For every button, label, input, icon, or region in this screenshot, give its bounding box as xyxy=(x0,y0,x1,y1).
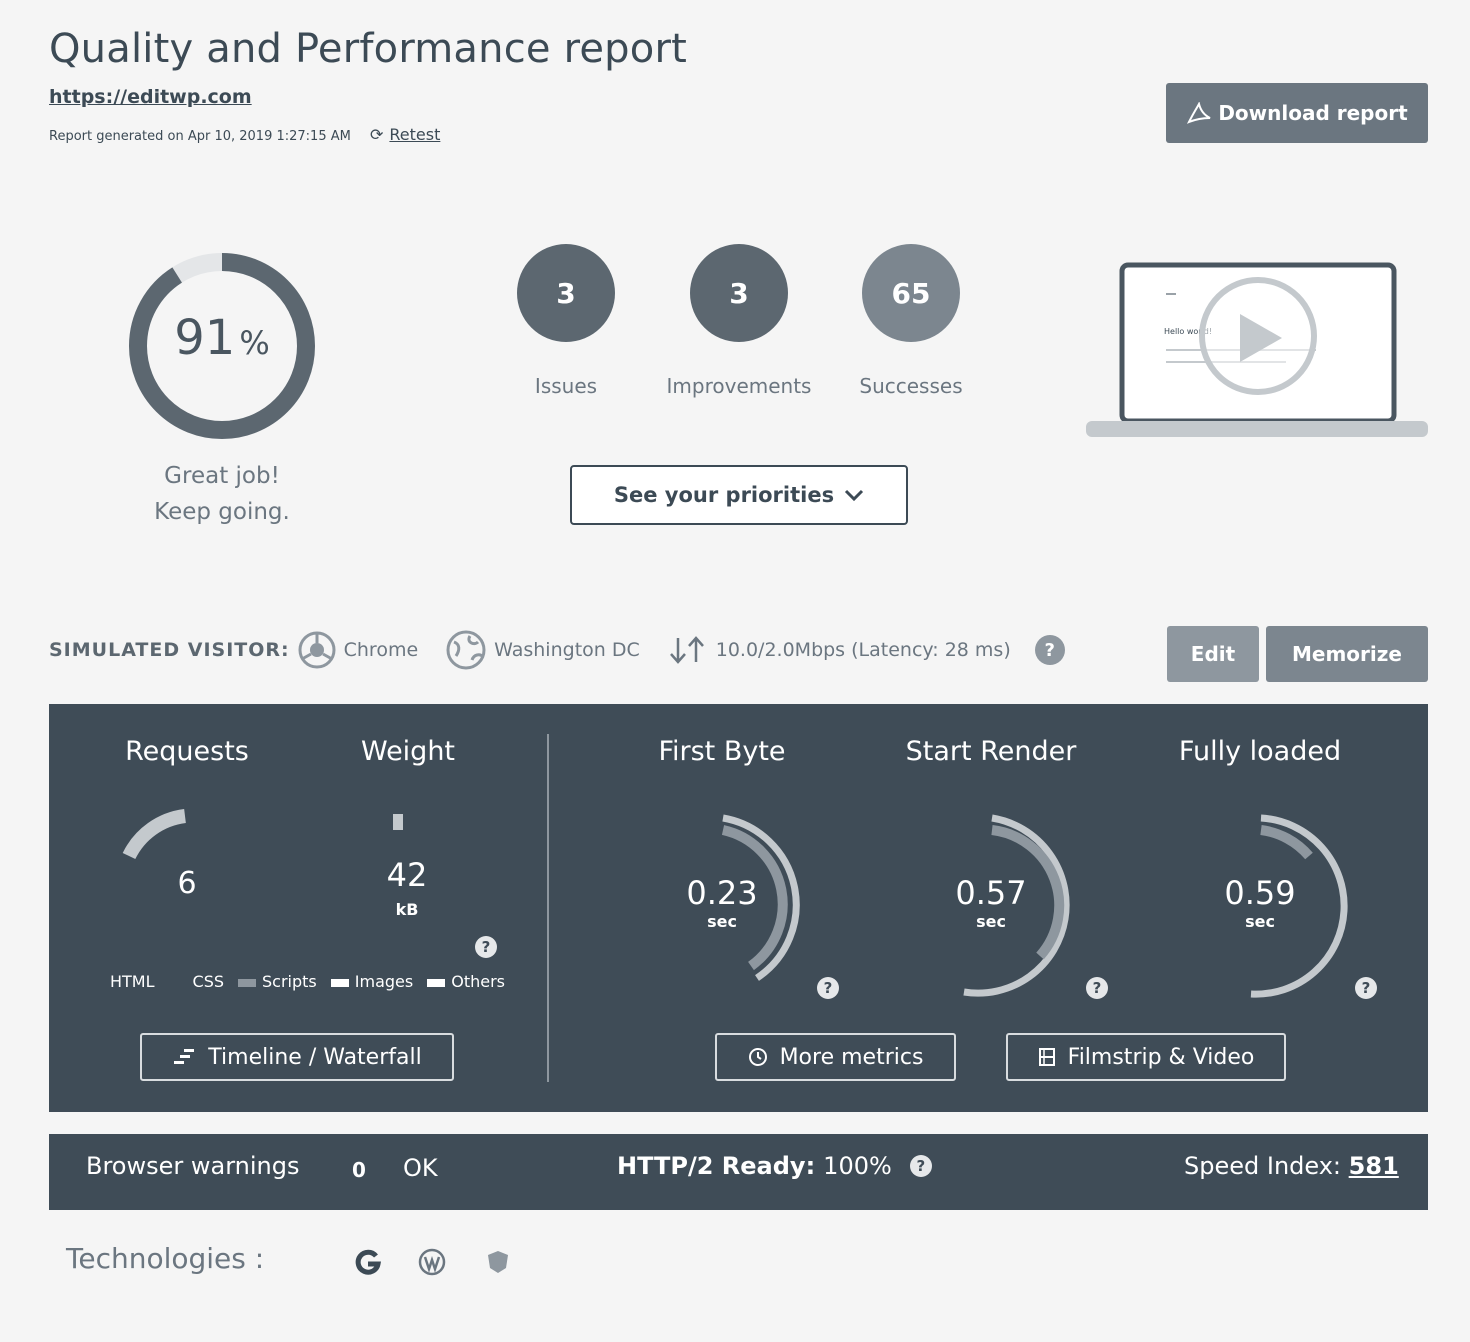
score-message: Great job! Keep going. xyxy=(110,458,334,530)
legend-html: HTML xyxy=(110,972,155,991)
weight-title: Weight xyxy=(360,736,456,767)
requests-arc xyxy=(122,809,187,860)
google-icon[interactable] xyxy=(354,1248,382,1276)
speed-index: Speed Index: 581 xyxy=(1184,1152,1399,1180)
score-percent-sign: % xyxy=(239,324,270,362)
retest-link[interactable]: ⟳ Retest xyxy=(370,125,440,144)
legend-images-swatch xyxy=(330,978,349,987)
start-render-value: 0.57 xyxy=(955,874,1027,912)
browser-name: Chrome xyxy=(343,639,419,661)
first-byte-value: 0.23 xyxy=(686,874,758,912)
fully-loaded-help-icon[interactable]: ? xyxy=(1355,977,1377,999)
speed-index-value[interactable]: 581 xyxy=(1349,1152,1399,1180)
http2-value: 100% xyxy=(823,1152,892,1180)
first-byte-help-icon[interactable]: ? xyxy=(817,977,839,999)
score-message-line1: Great job! xyxy=(164,463,280,489)
start-render-unit: sec xyxy=(976,912,1006,931)
report-generated-text: Report generated on Apr 10, 2019 1:27:15… xyxy=(49,129,351,144)
issues-counter[interactable]: 3 xyxy=(517,244,615,342)
requests-value: 6 xyxy=(177,866,197,901)
clock-icon xyxy=(748,1048,767,1066)
technologies-label: Technologies : xyxy=(66,1242,265,1275)
legend-css-label: CSS xyxy=(192,972,225,991)
weight-value: 42 xyxy=(386,856,428,894)
location-name: Washington DC xyxy=(494,639,640,661)
legend-images: Images xyxy=(330,972,414,991)
shield-icon[interactable] xyxy=(484,1248,512,1276)
simulated-visitor-label: SIMULATED VISITOR: xyxy=(49,639,290,661)
more-metrics-button[interactable]: More metrics xyxy=(715,1033,956,1081)
legend-images-label: Images xyxy=(354,972,414,991)
connection-info: 10.0/2.0Mbps (Latency: 28 ms) xyxy=(715,639,1011,661)
score-number: 91 xyxy=(174,310,236,366)
weight-arc xyxy=(393,814,403,830)
score-value: 91% xyxy=(120,310,324,366)
weight-unit: kB xyxy=(395,900,419,919)
legend-scripts-swatch xyxy=(238,978,257,987)
page-title: Quality and Performance report xyxy=(49,26,687,72)
requests-title: Requests xyxy=(125,736,249,767)
first-byte-unit: sec xyxy=(707,912,737,931)
first-byte-title: First Byte xyxy=(658,736,786,767)
speed-index-label: Speed Index: xyxy=(1184,1152,1342,1180)
more-metrics-label: More metrics xyxy=(779,1044,924,1070)
pdf-icon xyxy=(1187,102,1211,124)
browser-warnings-label: Browser warnings xyxy=(86,1152,300,1180)
see-priorities-label: See your priorities xyxy=(613,483,835,507)
wordpress-icon[interactable] xyxy=(418,1248,446,1276)
issues-count: 3 xyxy=(517,244,615,342)
fully-loaded-value: 0.59 xyxy=(1224,874,1296,912)
browser-warnings-count: 0 xyxy=(352,1158,366,1182)
weight-help-icon[interactable]: ? xyxy=(475,936,497,958)
timeline-waterfall-button[interactable]: Timeline / Waterfall xyxy=(140,1033,454,1081)
improvements-label: Improvements xyxy=(666,374,812,398)
video-preview-laptop[interactable]: Hello world! xyxy=(1086,262,1428,442)
site-url-link[interactable]: https://editwp.com xyxy=(49,86,252,108)
fully-loaded-unit: sec xyxy=(1245,912,1275,931)
legend-others: Others xyxy=(427,972,505,991)
memorize-visitor-button[interactable]: Memorize xyxy=(1266,626,1428,682)
retest-label: Retest xyxy=(389,125,441,144)
http2-label: HTTP/2 Ready: xyxy=(617,1152,816,1180)
waterfall-icon xyxy=(174,1049,195,1064)
weight-legend: HTML CSS Scripts Images Others xyxy=(110,972,505,991)
start-render-help-icon[interactable]: ? xyxy=(1086,977,1108,999)
fully-loaded-title: Fully loaded xyxy=(1178,736,1342,767)
download-report-label: Download report xyxy=(1218,101,1408,125)
legend-others-label: Others xyxy=(451,972,505,991)
filmstrip-video-button[interactable]: Filmstrip & Video xyxy=(1006,1033,1286,1081)
globe-icon xyxy=(446,630,486,670)
http2-status: HTTP/2 Ready: 100% ? xyxy=(617,1152,932,1180)
chrome-icon xyxy=(298,631,336,669)
browser-warnings-status: OK xyxy=(403,1154,438,1182)
score-message-line2: Keep going. xyxy=(154,499,290,525)
see-priorities-button[interactable]: See your priorities xyxy=(570,465,908,525)
up-down-arrows-icon xyxy=(669,636,704,664)
edit-visitor-button[interactable]: Edit xyxy=(1167,626,1259,682)
improvements-count: 3 xyxy=(690,244,788,342)
download-report-button[interactable]: Download report xyxy=(1166,83,1428,143)
start-render-title: Start Render xyxy=(905,736,1077,767)
legend-others-swatch xyxy=(427,978,446,987)
successes-label: Successes xyxy=(859,374,963,398)
filmstrip-video-label: Filmstrip & Video xyxy=(1067,1044,1255,1070)
weight-gauge xyxy=(393,814,403,830)
legend-scripts: Scripts xyxy=(238,972,317,991)
film-icon xyxy=(1038,1048,1055,1066)
issues-label: Issues xyxy=(534,374,598,398)
simulated-visitor-row: SIMULATED VISITOR: Chrome Washington DC … xyxy=(49,630,1065,670)
chevron-down-icon xyxy=(845,489,864,502)
legend-css: CSS xyxy=(193,972,224,991)
legend-scripts-label: Scripts xyxy=(262,972,317,991)
timeline-waterfall-label: Timeline / Waterfall xyxy=(208,1044,422,1070)
successes-count: 65 xyxy=(862,244,960,342)
legend-html-label: HTML xyxy=(110,972,155,991)
successes-counter[interactable]: 65 xyxy=(862,244,960,342)
help-icon[interactable]: ? xyxy=(1034,635,1065,665)
metrics-divider xyxy=(547,734,549,1082)
http2-help-icon[interactable]: ? xyxy=(909,1155,932,1177)
improvements-counter[interactable]: 3 xyxy=(690,244,788,342)
refresh-icon: ⟳ xyxy=(370,125,384,144)
